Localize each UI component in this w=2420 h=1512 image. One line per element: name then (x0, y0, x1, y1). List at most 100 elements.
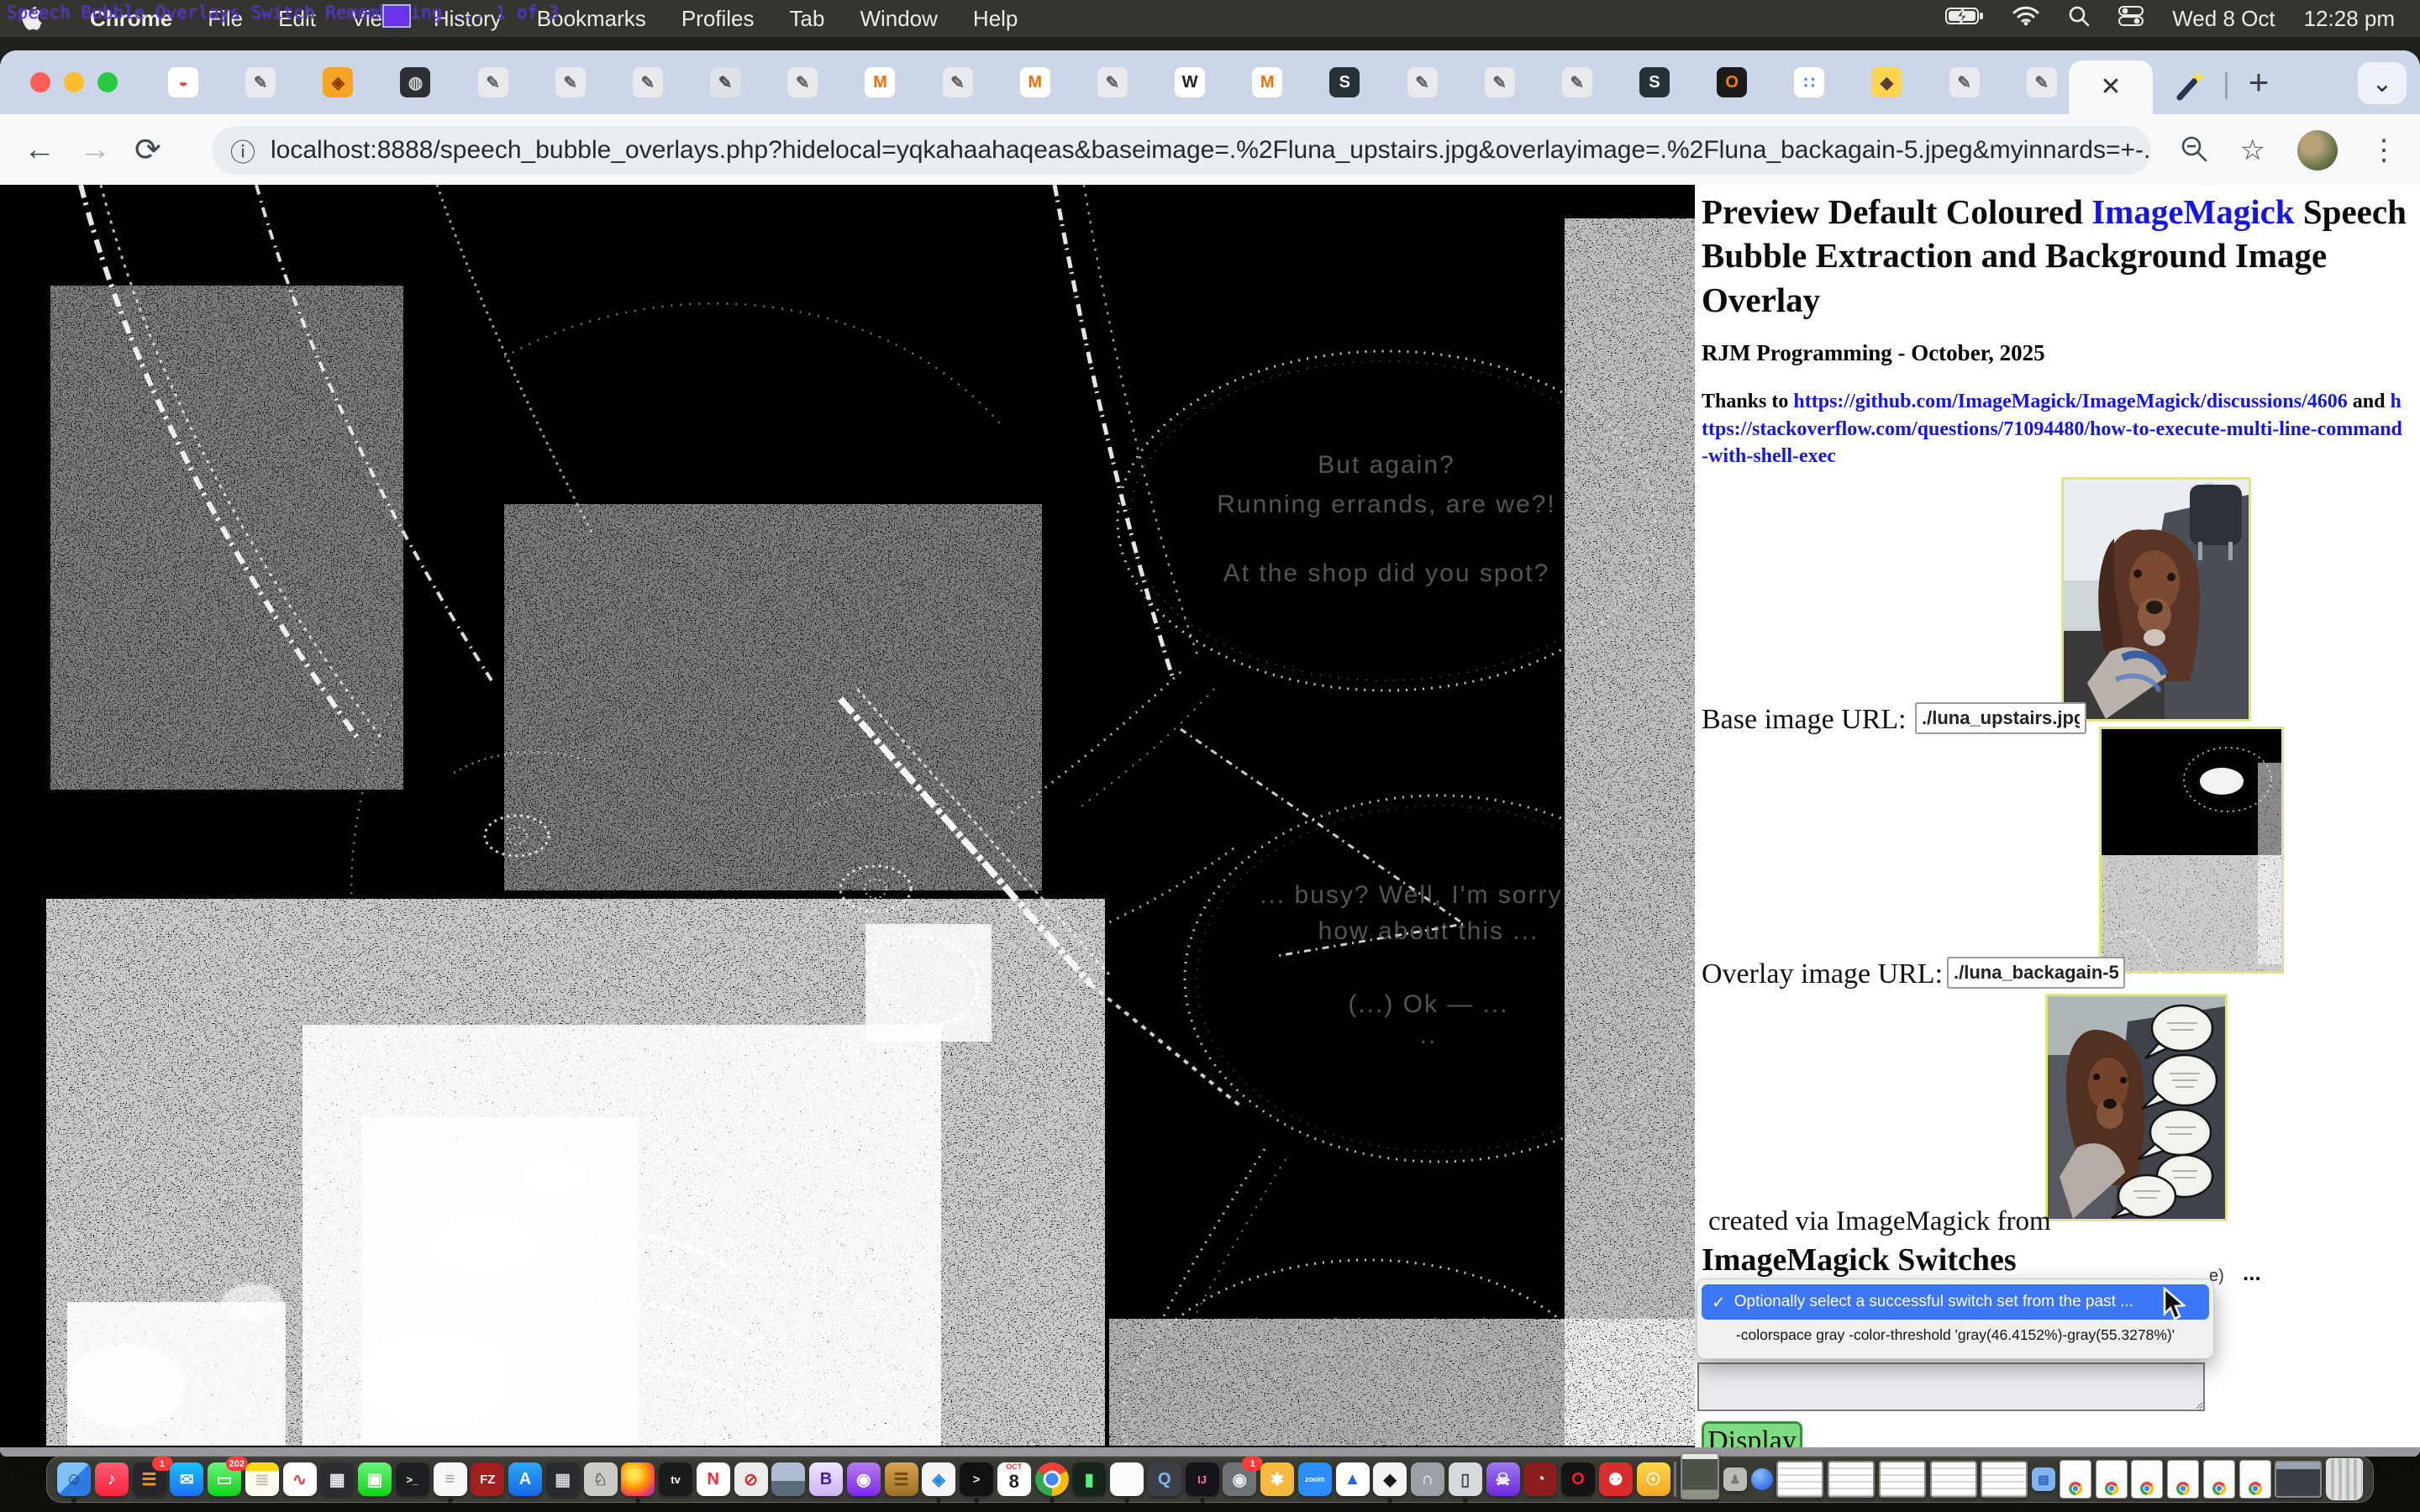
camera-app-dock-icon[interactable]: ◉1 (1223, 1462, 1256, 1496)
safari-dock-icon[interactable]: ◈ (922, 1462, 955, 1496)
blue-doc-small-dock-icon[interactable]: ▤ (2032, 1467, 2055, 1491)
reload-icon[interactable]: ⟳ (134, 131, 161, 169)
mail-dock-icon[interactable]: ✉ (170, 1462, 203, 1496)
tab-search-button[interactable]: ⌄ (2358, 62, 2407, 104)
m-orange-favicon[interactable]: M (865, 67, 895, 97)
battery-icon[interactable] (1945, 6, 1984, 32)
filezilla-dock-icon[interactable]: FZ (471, 1462, 504, 1496)
switches-dropdown[interactable]: ✓ Optionally select a successful switch … (1697, 1278, 2214, 1359)
spotlight-search-icon[interactable] (2068, 5, 2090, 33)
chrome-doc-5-dock-icon[interactable] (2203, 1460, 2235, 1499)
appstore-dock-icon[interactable]: A (508, 1462, 542, 1496)
profile-avatar[interactable] (2297, 130, 2338, 171)
m-orange-favicon[interactable]: M (1252, 67, 1282, 97)
messages-dock-icon[interactable]: ▭202 (208, 1462, 241, 1496)
quill-favicon[interactable]: ✎ (555, 67, 586, 97)
min-window-2-dock-icon[interactable] (1828, 1461, 1875, 1498)
figure-small-dock-icon[interactable]: ♟ (1723, 1467, 1747, 1491)
podcasts-dock-icon[interactable]: ◉ (847, 1462, 881, 1496)
textedit-dock-icon[interactable]: ≡ (434, 1462, 467, 1496)
photo-thumb-dock-icon[interactable] (2275, 1461, 2322, 1498)
chrome-doc-6-dock-icon[interactable] (2239, 1460, 2271, 1499)
quill-favicon[interactable]: ✎ (710, 67, 740, 97)
doc-preview-tall-dock-icon[interactable] (1681, 1456, 1719, 1503)
chrome-doc-2-dock-icon[interactable] (2096, 1460, 2128, 1499)
b-app-dock-icon[interactable]: B (809, 1462, 843, 1496)
cards-app-dock-icon[interactable]: ⚉ (1599, 1462, 1633, 1496)
kebab-menu-icon[interactable]: ⋮ (2370, 134, 2398, 167)
dropdown-selected-option[interactable]: ✓ Optionally select a successful switch … (1702, 1284, 2209, 1320)
menu-profiles[interactable]: Profiles (681, 6, 755, 32)
quill-favicon[interactable]: ✎ (1485, 67, 1515, 97)
reminders-dock-icon[interactable]: ☰1 (133, 1462, 166, 1496)
quill-favicon[interactable]: ✎ (478, 67, 508, 97)
m-orange-favicon[interactable]: M (1020, 67, 1050, 97)
address-bar[interactable]: ⓘ localhost:8888/speech_bubble_overlays.… (212, 126, 2151, 175)
min-window-4-dock-icon[interactable] (1930, 1461, 1977, 1498)
terminal-green-dock-icon[interactable]: ▮ (1072, 1462, 1106, 1496)
chrome-doc-4-dock-icon[interactable] (2167, 1460, 2199, 1499)
terminal-dark-dock-icon[interactable]: > (960, 1462, 993, 1496)
forward-icon[interactable]: → (79, 132, 111, 168)
overlay-image-input[interactable] (1947, 957, 2125, 989)
quicktime-dock-icon[interactable]: Q (1148, 1462, 1181, 1496)
zoom-window-button[interactable] (97, 72, 118, 92)
switches-textarea[interactable] (1697, 1362, 2205, 1411)
imagemagick-link[interactable]: ImageMagick (2091, 192, 2294, 231)
menu-window[interactable]: Window (860, 6, 937, 32)
phone-keypad-dock-icon[interactable]: ▦ (546, 1462, 580, 1496)
quill-favicon[interactable]: ✎ (1407, 67, 1438, 97)
close-window-button[interactable] (30, 72, 50, 92)
new-tab-button[interactable]: + (2238, 62, 2279, 102)
intellij-dock-icon[interactable]: IJ (1186, 1462, 1219, 1496)
palette-app-dock-icon[interactable]: ✱ (1260, 1462, 1294, 1496)
dots-favicon[interactable]: ∷ (1794, 67, 1824, 97)
inkscape-dock-icon[interactable]: ◆ (1373, 1462, 1407, 1496)
control-center-icon[interactable] (2118, 5, 2144, 33)
tooth-app-dock-icon[interactable]: ∩ (1411, 1462, 1444, 1496)
quill-favicon[interactable]: ✎ (943, 67, 973, 97)
launchpad-dock-icon[interactable]: ▦ (320, 1462, 354, 1496)
min-window-5-dock-icon[interactable] (1981, 1461, 2028, 1498)
stocks-chart-dock-icon[interactable]: ∿ (283, 1462, 317, 1496)
trash-dock-icon[interactable] (2326, 1458, 2363, 1500)
terminal-dock-icon[interactable]: >_ (396, 1462, 429, 1496)
menu-tab[interactable]: Tab (790, 6, 825, 32)
quill-favicon[interactable]: ✎ (787, 67, 818, 97)
iphone-mirroring-dock-icon[interactable]: ▯ (1449, 1462, 1482, 1496)
finder-dock-icon[interactable]: ☺ (57, 1462, 91, 1496)
minimize-window-button[interactable] (64, 72, 84, 92)
speedometer-app-dock-icon[interactable]: ◔ (1523, 1462, 1557, 1496)
s-dark-favicon[interactable]: S (1329, 67, 1360, 97)
music-dock-icon[interactable]: ♪ (95, 1462, 129, 1496)
brown-app-dock-icon[interactable]: ☰ (885, 1462, 918, 1496)
bookmark-star-icon[interactable]: ☆ (2240, 134, 2265, 167)
zoom-out-icon[interactable] (2180, 134, 2208, 167)
menu-help[interactable]: Help (973, 6, 1018, 32)
url-text[interactable]: localhost:8888/speech_bubble_overlays.ph… (271, 136, 2151, 165)
quill-favicon[interactable]: ✎ (1562, 67, 1592, 97)
s-dark-favicon[interactable]: S (1639, 67, 1670, 97)
menubar-time[interactable]: 12:28 pm (2304, 6, 2395, 32)
min-window-1-dock-icon[interactable] (1776, 1461, 1823, 1498)
quill-favicon[interactable]: ✎ (1097, 67, 1128, 97)
site-info-icon[interactable]: ⓘ (230, 132, 255, 169)
chrome-doc-3-dock-icon[interactable] (2131, 1460, 2163, 1499)
white-dot-favicon[interactable]: ◒ (168, 67, 198, 97)
active-tab[interactable]: ✕ (2069, 60, 2153, 114)
dropdown-option-switches[interactable]: -colorspace gray -color-threshold 'gray(… (1697, 1326, 2213, 1344)
min-window-3-dock-icon[interactable] (1879, 1461, 1926, 1498)
wifi-icon[interactable] (2012, 6, 2039, 32)
quill-favicon[interactable]: ✎ (1949, 67, 1980, 97)
skull-app-dock-icon[interactable]: ☠ (1486, 1462, 1520, 1496)
wikipedia-favicon[interactable]: W (1175, 67, 1205, 97)
news-dock-icon[interactable]: N (697, 1462, 730, 1496)
lightbulb-app-dock-icon[interactable]: ☉ (1637, 1462, 1670, 1496)
zoom-dock-icon[interactable]: zoom (1298, 1462, 1332, 1496)
chrome-dock-icon[interactable] (1035, 1462, 1069, 1496)
nomachine-dock-icon[interactable]: ⊘ (734, 1462, 768, 1496)
apple-tv-dock-icon[interactable]: tv (659, 1462, 692, 1496)
menubar-date[interactable]: Wed 8 Oct (2172, 6, 2275, 32)
quill-favicon[interactable]: ✎ (245, 67, 276, 97)
tab-close-icon[interactable]: ✕ (2100, 75, 2121, 100)
